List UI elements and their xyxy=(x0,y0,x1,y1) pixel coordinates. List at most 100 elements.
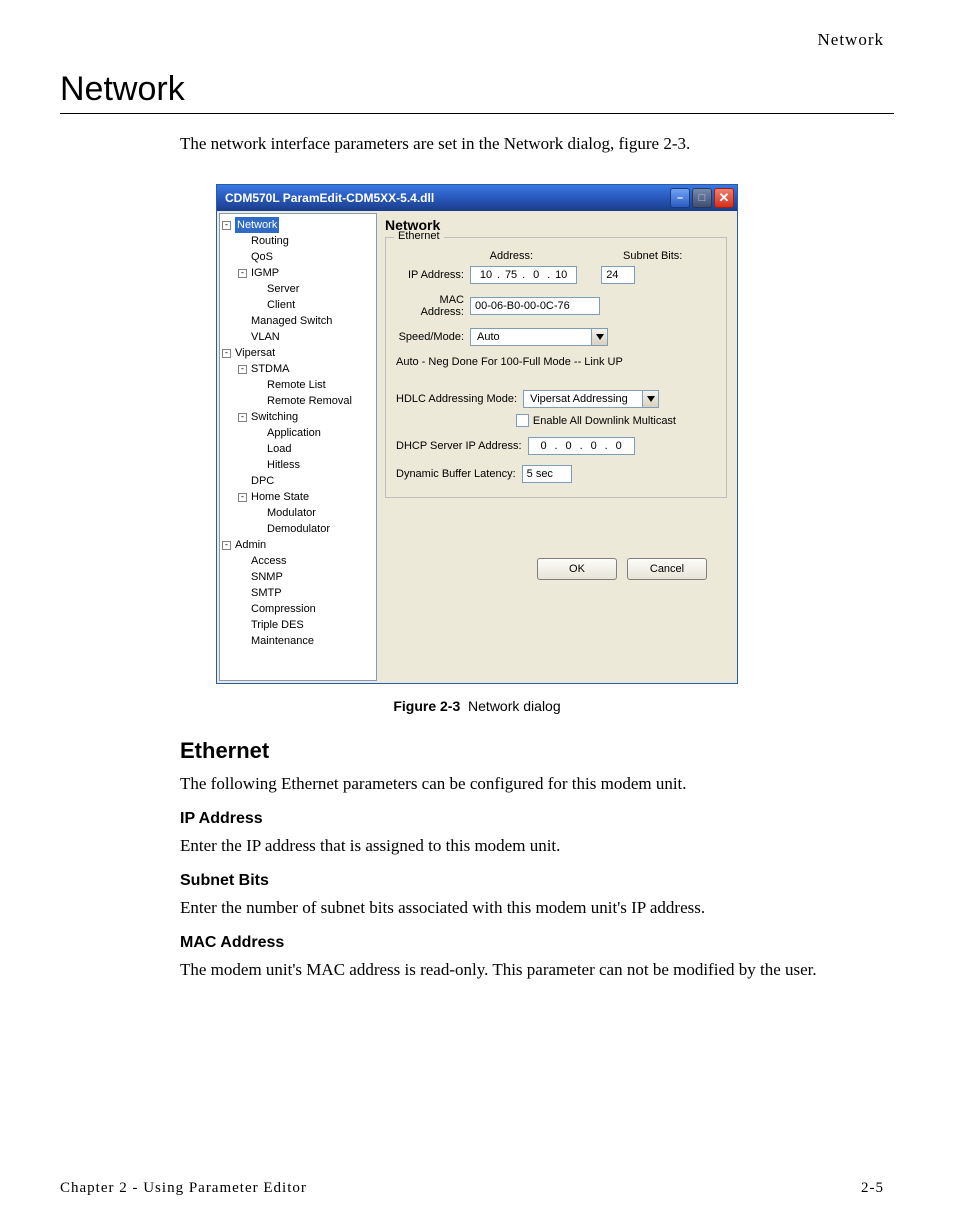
tree-item-label: Server xyxy=(267,281,299,297)
tree-item[interactable]: Triple DES xyxy=(222,617,374,633)
tree-item[interactable]: SNMP xyxy=(222,569,374,585)
negotiation-status: Auto - Neg Done For 100-Full Mode -- Lin… xyxy=(396,356,623,368)
tree-item[interactable]: Client xyxy=(222,297,374,313)
tree-expander-icon[interactable]: - xyxy=(238,365,247,374)
close-button[interactable]: ✕ xyxy=(714,188,734,208)
content-panel: Network Ethernet Address: Subnet Bits: I… xyxy=(379,211,737,683)
tree-item[interactable]: -Switching xyxy=(222,409,374,425)
tree-item[interactable]: Server xyxy=(222,281,374,297)
mac-address-heading: MAC Address xyxy=(180,934,894,952)
tree-item[interactable]: SMTP xyxy=(222,585,374,601)
tree-item-label: Access xyxy=(251,553,286,569)
tree-item[interactable]: QoS xyxy=(222,249,374,265)
subnet-header-label: Subnet Bits: xyxy=(623,250,682,262)
tree-item[interactable]: Remote List xyxy=(222,377,374,393)
tree-item-label: Load xyxy=(267,441,291,457)
tree-item[interactable]: Compression xyxy=(222,601,374,617)
dhcp-octet-3[interactable] xyxy=(583,439,605,453)
nav-tree[interactable]: -NetworkRoutingQoS-IGMPServerClientManag… xyxy=(219,213,377,681)
ip-address-text: Enter the IP address that is assigned to… xyxy=(180,836,894,856)
dhcp-octet-1[interactable] xyxy=(533,439,555,453)
tree-item[interactable]: -Vipersat xyxy=(222,345,374,361)
figure-caption: Figure 2-3 Network dialog xyxy=(60,698,894,714)
chevron-down-icon[interactable] xyxy=(591,329,607,345)
tree-item[interactable]: Access xyxy=(222,553,374,569)
tree-item-label: Modulator xyxy=(267,505,316,521)
tree-expander-icon[interactable]: - xyxy=(222,541,231,550)
tree-item-label: Remote List xyxy=(267,377,326,393)
tree-item[interactable]: -Network xyxy=(222,217,374,233)
address-header-label: Address: xyxy=(490,250,533,262)
tree-item[interactable]: Load xyxy=(222,441,374,457)
hdlc-mode-value: Vipersat Addressing xyxy=(524,393,642,405)
tree-item-label: Compression xyxy=(251,601,316,617)
network-dialog: CDM570L ParamEdit-CDM5XX-5.4.dll – □ ✕ -… xyxy=(216,184,738,684)
tree-item-label: Managed Switch xyxy=(251,313,332,329)
ethernet-text: The following Ethernet parameters can be… xyxy=(180,774,894,794)
enable-multicast-label: Enable All Downlink Multicast xyxy=(533,415,676,427)
tree-item-label: IGMP xyxy=(251,265,279,281)
hdlc-mode-dropdown[interactable]: Vipersat Addressing xyxy=(523,390,659,408)
mac-address-input[interactable] xyxy=(470,297,600,315)
ok-button[interactable]: OK xyxy=(537,558,617,580)
tree-item-label: Admin xyxy=(235,537,266,553)
tree-item[interactable]: Modulator xyxy=(222,505,374,521)
speed-mode-dropdown[interactable]: Auto xyxy=(470,328,608,346)
tree-item[interactable]: Managed Switch xyxy=(222,313,374,329)
tree-item[interactable]: -Home State xyxy=(222,489,374,505)
buffer-latency-input[interactable] xyxy=(522,465,572,483)
footer-right: 2-5 xyxy=(861,1180,884,1197)
tree-expander-icon[interactable]: - xyxy=(222,221,231,230)
dhcp-octet-4[interactable] xyxy=(608,439,630,453)
ip-octet-4[interactable] xyxy=(550,268,572,282)
ip-address-label: IP Address: xyxy=(396,269,464,281)
intro-text: The network interface parameters are set… xyxy=(180,134,894,154)
tree-item-label: SMTP xyxy=(251,585,282,601)
ip-octet-2[interactable] xyxy=(500,268,522,282)
tree-item-label: SNMP xyxy=(251,569,283,585)
page-footer: Chapter 2 - Using Parameter Editor 2-5 xyxy=(60,1180,884,1197)
groupbox-legend: Ethernet xyxy=(394,230,444,242)
ip-address-input[interactable]: . . . xyxy=(470,266,577,284)
tree-item[interactable]: Demodulator xyxy=(222,521,374,537)
tree-item[interactable]: -IGMP xyxy=(222,265,374,281)
tree-item-label: Hitless xyxy=(267,457,300,473)
enable-multicast-checkbox[interactable] xyxy=(516,414,529,427)
tree-item[interactable]: Remote Removal xyxy=(222,393,374,409)
subnet-bits-text: Enter the number of subnet bits associat… xyxy=(180,898,894,918)
dialog-title: CDM570L ParamEdit-CDM5XX-5.4.dll xyxy=(225,191,434,205)
minimize-button[interactable]: – xyxy=(670,188,690,208)
tree-item-label: Vipersat xyxy=(235,345,275,361)
mac-address-text: The modem unit's MAC address is read-onl… xyxy=(180,960,894,980)
mac-address-label: MAC Address: xyxy=(396,294,464,318)
tree-item-label: Network xyxy=(235,217,279,233)
title-rule xyxy=(60,113,894,114)
dialog-titlebar[interactable]: CDM570L ParamEdit-CDM5XX-5.4.dll – □ ✕ xyxy=(217,185,737,211)
tree-item[interactable]: VLAN xyxy=(222,329,374,345)
tree-expander-icon[interactable]: - xyxy=(238,493,247,502)
tree-item[interactable]: Maintenance xyxy=(222,633,374,649)
chevron-down-icon[interactable] xyxy=(642,391,658,407)
ethernet-groupbox: Ethernet Address: Subnet Bits: IP Addres… xyxy=(385,237,727,498)
tree-item[interactable]: -STDMA xyxy=(222,361,374,377)
tree-item-label: STDMA xyxy=(251,361,290,377)
tree-item-label: Remote Removal xyxy=(267,393,352,409)
tree-item-label: VLAN xyxy=(251,329,280,345)
dhcp-octet-2[interactable] xyxy=(558,439,580,453)
tree-item-label: QoS xyxy=(251,249,273,265)
tree-expander-icon[interactable]: - xyxy=(238,413,247,422)
dhcp-ip-input[interactable]: . . . xyxy=(528,437,635,455)
tree-expander-icon[interactable]: - xyxy=(238,269,247,278)
tree-item-label: DPC xyxy=(251,473,274,489)
tree-expander-icon[interactable]: - xyxy=(222,349,231,358)
tree-item[interactable]: Routing xyxy=(222,233,374,249)
tree-item[interactable]: Hitless xyxy=(222,457,374,473)
ip-octet-3[interactable] xyxy=(525,268,547,282)
cancel-button[interactable]: Cancel xyxy=(627,558,707,580)
ethernet-heading: Ethernet xyxy=(180,738,894,764)
tree-item[interactable]: DPC xyxy=(222,473,374,489)
ip-octet-1[interactable] xyxy=(475,268,497,282)
subnet-bits-input[interactable] xyxy=(601,266,635,284)
tree-item[interactable]: Application xyxy=(222,425,374,441)
tree-item[interactable]: -Admin xyxy=(222,537,374,553)
